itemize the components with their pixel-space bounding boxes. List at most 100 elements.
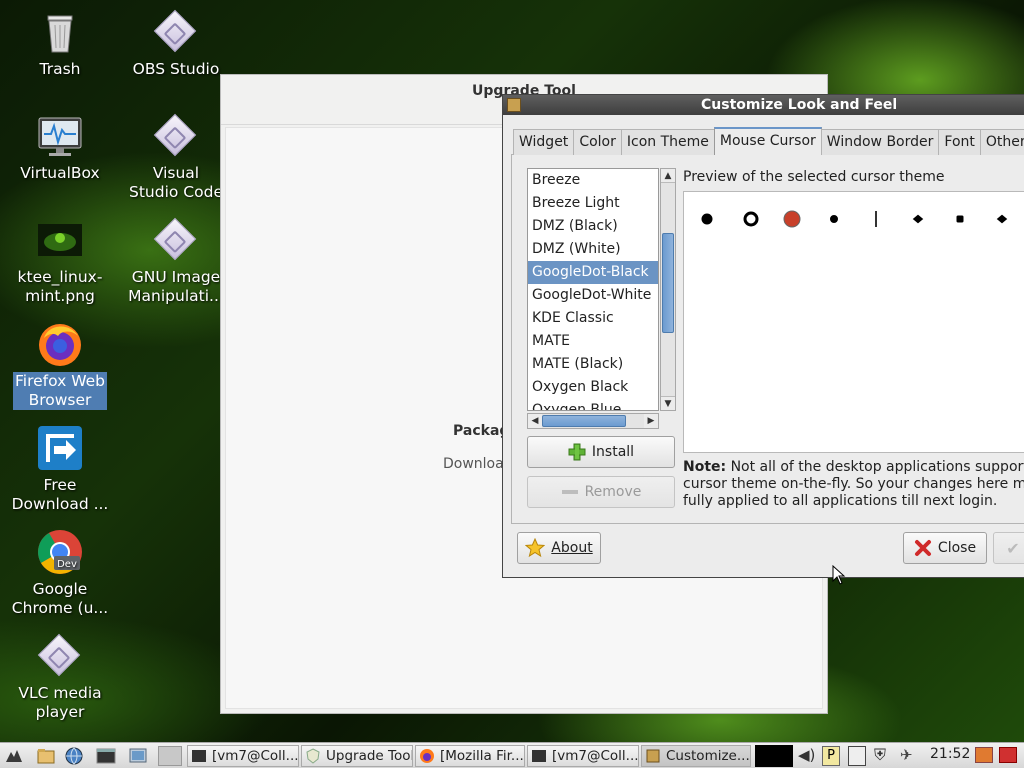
note-text: Note: Not all of the desktop application…: [683, 459, 1024, 510]
clock[interactable]: 21:52: [930, 746, 970, 762]
scroll-down-icon[interactable]: ▼: [661, 396, 675, 410]
remove-button[interactable]: Remove: [527, 476, 675, 508]
app-diamond-icon: [152, 112, 200, 160]
user-icon[interactable]: [975, 747, 993, 763]
volume-icon[interactable]: ◀): [798, 746, 815, 764]
show-desktop-icon[interactable]: [128, 746, 148, 766]
system-monitor: [755, 745, 793, 767]
cursor-small-dot-icon: [829, 214, 839, 224]
workspace-switcher[interactable]: [158, 746, 182, 766]
task-label: [Mozilla Fir...: [440, 748, 524, 764]
taskbar-task-terminal-1[interactable]: [vm7@Coll...: [187, 745, 299, 767]
list-item[interactable]: GoogleDot-White: [528, 284, 658, 307]
desktop-icon-virtualbox[interactable]: VirtualBox: [5, 112, 115, 183]
star-icon: [525, 538, 546, 558]
desktop-icon-obs-studio[interactable]: OBS Studio: [121, 8, 231, 79]
cursor-theme-list[interactable]: Breeze Breeze Light DMZ (Black) DMZ (Whi…: [527, 168, 659, 411]
customize-look-and-feel-dialog[interactable]: Customize Look and Feel Widget Color Ico…: [502, 94, 1024, 578]
scroll-right-icon[interactable]: ▶: [644, 414, 658, 428]
desktop-icon-label: Free Download ...: [11, 476, 109, 513]
download-status: Downloa: [443, 456, 504, 472]
desktop-icon-vlc-media-player[interactable]: VLC media player: [5, 632, 115, 722]
desktop-icon-google-chrome[interactable]: Dev Google Chrome (u...: [5, 528, 115, 618]
tab-color[interactable]: Color: [573, 129, 622, 155]
mouse-pointer-icon: [832, 565, 846, 585]
list-item[interactable]: MATE (Black): [528, 353, 658, 376]
scroll-up-icon[interactable]: ▲: [661, 169, 675, 183]
list-item[interactable]: KDE Classic: [528, 307, 658, 330]
shield-icon: [306, 748, 320, 764]
taskbar: [vm7@Coll... Upgrade Tool [Mozilla Fir..…: [0, 742, 1024, 768]
tab-font[interactable]: Font: [938, 129, 981, 155]
task-label: Upgrade Tool: [326, 748, 413, 764]
chrome-dev-icon: Dev: [36, 528, 84, 576]
taskbar-task-customize[interactable]: Customize...: [641, 745, 751, 767]
cursor-hand-icon: [911, 213, 925, 225]
app-diamond-icon: [36, 632, 84, 680]
pidgin-icon[interactable]: P: [822, 746, 840, 766]
scroll-thumb[interactable]: [542, 415, 626, 427]
tab-icon-theme[interactable]: Icon Theme: [620, 129, 715, 155]
desktop-icon-gnu-image-manipulation[interactable]: GNU Image Manipulati...: [121, 216, 231, 306]
file-manager-icon[interactable]: [36, 746, 56, 766]
firefox-icon: [420, 749, 434, 763]
desktop-icon-label: VLC media player: [18, 684, 102, 721]
desktop-icon-trash[interactable]: Trash: [5, 8, 115, 79]
desktop-icon-visual-studio-code[interactable]: Visual Studio Code: [121, 112, 231, 202]
scroll-left-icon[interactable]: ◀: [528, 414, 542, 428]
menu-icon[interactable]: [4, 746, 24, 766]
list-item[interactable]: Oxygen Black: [528, 376, 658, 399]
logout-icon[interactable]: [999, 747, 1017, 763]
apply-button[interactable]: ✔: [993, 532, 1024, 564]
taskbar-task-upgrade-tool[interactable]: Upgrade Tool: [301, 745, 413, 767]
package-label: Packag: [453, 423, 510, 439]
download-manager-icon: [36, 424, 84, 472]
list-horizontal-scrollbar[interactable]: ◀ ▶: [527, 413, 659, 429]
list-item[interactable]: Breeze Light: [528, 192, 658, 215]
minus-icon: [561, 490, 578, 494]
desktop-icon-label: Trash: [39, 60, 81, 78]
tab-window-border[interactable]: Window Border: [820, 129, 940, 155]
desktop-icon-firefox[interactable]: Firefox Web Browser: [5, 320, 115, 410]
shield-icon[interactable]: ⛨: [874, 745, 886, 765]
install-button[interactable]: Install: [527, 436, 675, 468]
remove-label: Remove: [584, 484, 642, 500]
install-label: Install: [591, 444, 635, 460]
virtualbox-icon: [36, 112, 84, 160]
close-button[interactable]: Close: [903, 532, 987, 564]
check-icon: ✔: [1006, 538, 1020, 558]
list-vertical-scrollbar[interactable]: ▲ ▼: [660, 168, 676, 411]
list-item[interactable]: DMZ (White): [528, 238, 658, 261]
dialog-titlebar[interactable]: Customize Look and Feel: [503, 95, 1024, 115]
preview-label: Preview of the selected cursor theme: [683, 169, 945, 185]
list-item[interactable]: MATE: [528, 330, 658, 353]
tab-bar: Widget Color Icon Theme Mouse Cursor Win…: [513, 127, 1024, 155]
terminal-icon: [532, 750, 546, 762]
note-line: cursor theme on-the-fly. So your changes…: [683, 476, 1024, 492]
app-icon: [646, 749, 660, 763]
cursor-text-icon: [875, 211, 877, 227]
close-label: Close: [937, 540, 977, 556]
clipboard-icon[interactable]: [848, 746, 866, 766]
tab-other[interactable]: Other: [979, 129, 1024, 155]
desktop-icon-free-download-manager[interactable]: Free Download ...: [5, 424, 115, 514]
desktop: Trash OBS Studio VirtualBox Visual Studi…: [0, 0, 1024, 742]
network-icon[interactable]: ✈: [900, 746, 913, 764]
scroll-thumb[interactable]: [662, 233, 674, 333]
terminal-icon[interactable]: [96, 746, 116, 766]
list-item-selected[interactable]: GoogleDot-Black: [528, 261, 658, 284]
list-item[interactable]: DMZ (Black): [528, 215, 658, 238]
plus-icon: [568, 443, 586, 461]
desktop-icon-label: VirtualBox: [20, 164, 100, 182]
desktop-icon-ktee-linux-mint-png[interactable]: ktee_linux- mint.png: [5, 216, 115, 306]
web-browser-icon[interactable]: [64, 746, 84, 766]
taskbar-task-terminal-2[interactable]: [vm7@Coll...: [527, 745, 639, 767]
taskbar-task-firefox[interactable]: [Mozilla Fir...: [415, 745, 525, 767]
tab-mouse-cursor[interactable]: Mouse Cursor: [713, 127, 822, 155]
tab-widget[interactable]: Widget: [513, 129, 575, 155]
list-item[interactable]: Oxygen Blue: [528, 399, 658, 410]
svg-text:Dev: Dev: [57, 559, 77, 570]
list-item[interactable]: Breeze: [528, 169, 658, 192]
app-diamond-icon: [152, 8, 200, 56]
about-button[interactable]: About: [517, 532, 601, 564]
